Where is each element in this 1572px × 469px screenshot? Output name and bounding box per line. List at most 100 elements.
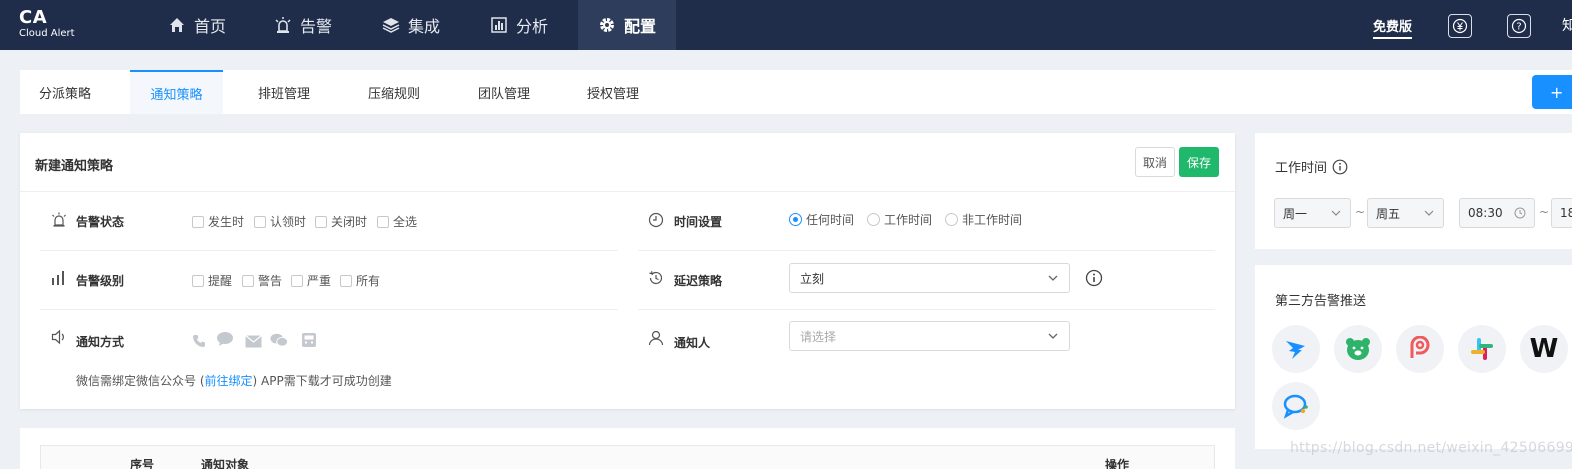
tab-team[interactable]: 团队管理 (478, 70, 530, 114)
radio-non-work-time[interactable]: 非工作时间 (945, 211, 1022, 228)
user-icon (648, 330, 664, 346)
nav-item-config[interactable]: 配置 (578, 0, 676, 50)
brand-title: CA (19, 7, 48, 28)
nav-label: 集成 (408, 17, 441, 36)
plan-badge[interactable]: 免费版 (1373, 16, 1413, 39)
day-from-select[interactable]: 周一 (1274, 198, 1351, 228)
col-actions: 操作 (1105, 458, 1130, 469)
tab-dispatch-policy[interactable]: 分派策略 (39, 70, 91, 114)
info-icon[interactable] (1332, 159, 1348, 175)
sms-icon[interactable] (216, 331, 234, 347)
checkbox-select-all-status[interactable]: 全选 (377, 213, 417, 230)
layers-icon (382, 16, 400, 34)
signal-bars-icon (51, 270, 67, 286)
alert-level-label: 告警级别 (76, 274, 125, 288)
checkbox-occur[interactable]: 发生时 (192, 213, 244, 230)
third-party-push-card: 第三方告警推送 W (1255, 265, 1572, 449)
svg-text:?: ? (1516, 22, 1521, 33)
time-to-picker[interactable]: 18 (1551, 198, 1572, 228)
chevron-down-icon (1424, 210, 1434, 216)
divider (638, 250, 1215, 251)
nav-label: 分析 (516, 17, 549, 36)
speaker-icon (51, 329, 67, 345)
wechat-icon[interactable] (270, 332, 288, 348)
tab-compress-rules[interactable]: 压缩规则 (368, 70, 420, 114)
bind-wechat-link[interactable]: 前往绑定 (205, 374, 253, 388)
checkbox-close[interactable]: 关闭时 (315, 213, 367, 230)
nav-label: 配置 (624, 17, 657, 36)
checkbox-critical[interactable]: 严重 (291, 272, 331, 289)
brand-subtitle: Cloud Alert (19, 28, 75, 39)
billing-icon[interactable] (1448, 14, 1472, 38)
delay-policy-value: 立刻 (800, 271, 825, 286)
slack-icon[interactable] (1458, 325, 1506, 373)
nav-label: 告警 (300, 17, 333, 36)
clock-icon (1514, 207, 1526, 219)
nav-item-analytics[interactable]: 分析 (490, 0, 548, 50)
alert-status-label: 告警状态 (76, 215, 125, 229)
wechat-bind-note: 微信需绑定微信公众号 (前往绑定) APP需下载才可成功创建 (76, 374, 392, 388)
card-title: 新建通知策略 (35, 159, 114, 174)
tab-notify-policy[interactable]: 通知策略 (130, 70, 223, 114)
notify-method-label: 通知方式 (76, 335, 125, 349)
range-separator: ~ (1539, 205, 1550, 219)
alarm-bell-icon (51, 212, 67, 228)
notify-person-placeholder: 请选择 (800, 329, 837, 344)
checkbox-claim[interactable]: 认领时 (254, 213, 306, 230)
tab-schedule[interactable]: 排班管理 (258, 70, 310, 114)
chevron-down-icon (1048, 333, 1058, 339)
save-button[interactable]: 保存 (1179, 147, 1219, 177)
work-time-title: 工作时间 (1275, 157, 1348, 176)
time-from-picker[interactable]: 08:30 (1459, 198, 1535, 228)
cancel-button[interactable]: 取消 (1135, 147, 1175, 177)
new-notify-policy-card: 新建通知策略 取消 保存 告警状态 发生时 认领时 关闭时 全选 时间设置 任何… (20, 133, 1235, 409)
nav-label: 首页 (194, 17, 227, 36)
radio-work-time[interactable]: 工作时间 (867, 211, 932, 228)
table-header: 序号 通知对象 操作 (40, 445, 1215, 469)
work-time-card: 工作时间 周一 ~ 周五 08:30 ~ 18 (1255, 133, 1572, 249)
dingtalk-icon[interactable] (1272, 325, 1320, 373)
help-icon[interactable]: ? (1507, 14, 1531, 38)
divider (40, 309, 618, 310)
col-index: 序号 (130, 458, 155, 469)
checkbox-all-levels[interactable]: 所有 (340, 272, 380, 289)
tab-authorization[interactable]: 授权管理 (587, 70, 639, 114)
third-party-title: 第三方告警推送 (1275, 294, 1367, 309)
range-separator: ~ (1355, 205, 1366, 219)
bear-icon[interactable] (1334, 325, 1382, 373)
notify-person-label: 通知人 (674, 336, 711, 350)
history-icon (648, 270, 664, 286)
col-notify-target: 通知对象 (201, 458, 250, 469)
divider (40, 250, 618, 251)
watermark: https://blog.csdn.net/weixin_42506699 (1290, 440, 1572, 456)
alarm-icon (274, 16, 292, 34)
divider (20, 191, 1235, 192)
chevron-down-icon (1331, 210, 1341, 216)
email-icon[interactable] (244, 333, 262, 349)
checkbox-warning[interactable]: 警告 (242, 272, 282, 289)
day-to-select[interactable]: 周五 (1367, 198, 1444, 228)
brand-logo[interactable]: CA Cloud Alert (19, 8, 75, 40)
radio-any-time[interactable]: 任何时间 (789, 211, 854, 228)
config-tabbar: 分派策略 通知策略 排班管理 压缩规则 团队管理 授权管理 (20, 70, 1572, 114)
divider (638, 309, 1215, 310)
chat-bubble-icon[interactable] (1272, 382, 1320, 430)
add-button[interactable]: + (1532, 75, 1572, 109)
delay-policy-select[interactable]: 立刻 (789, 263, 1070, 293)
user-menu-partial[interactable]: 知 (1562, 15, 1572, 35)
phone-icon[interactable] (190, 333, 208, 349)
nav-item-home[interactable]: 首页 (168, 0, 226, 50)
nav-item-integrations[interactable]: 集成 (382, 0, 440, 50)
gear-icon (598, 16, 616, 34)
feishu-icon[interactable] (1396, 325, 1444, 373)
nav-item-alerts[interactable]: 告警 (274, 0, 332, 50)
checkbox-reminder[interactable]: 提醒 (192, 272, 232, 289)
notify-person-select[interactable]: 请选择 (789, 321, 1070, 351)
delay-policy-label: 延迟策略 (674, 274, 723, 288)
info-icon[interactable] (1085, 269, 1103, 287)
clock-icon (648, 212, 664, 228)
w-letter-icon[interactable]: W (1520, 325, 1568, 373)
home-icon (168, 16, 186, 34)
top-navbar: CA Cloud Alert 首页 告警 集成 分析 配置 免费版 ? 知 (0, 0, 1572, 50)
app-icon[interactable] (300, 332, 318, 348)
